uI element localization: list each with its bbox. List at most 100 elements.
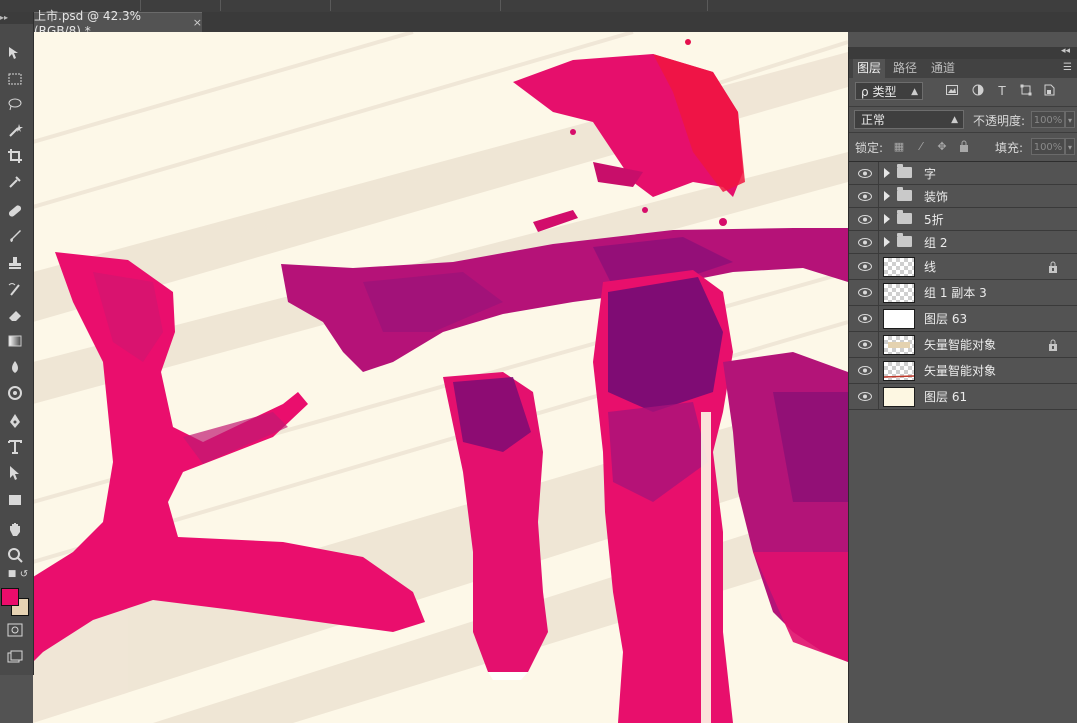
lock-all-icon[interactable] <box>957 140 971 154</box>
visibility-eye-icon[interactable] <box>857 254 873 279</box>
search-icon: ρ <box>861 85 869 99</box>
options-separator <box>330 0 331 11</box>
magic-wand-tool-icon[interactable] <box>3 119 27 141</box>
type-tool-icon[interactable] <box>3 436 27 458</box>
blend-mode-label: 正常 <box>861 113 886 127</box>
hand-tool-icon[interactable] <box>3 518 27 540</box>
panel-menu-icon[interactable]: ☰ <box>1063 62 1072 73</box>
brush-tool-icon[interactable] <box>3 225 27 247</box>
layer-divider <box>878 254 879 279</box>
adjustment-filter-icon[interactable] <box>971 84 985 98</box>
lock-image-icon[interactable]: ⁄ <box>914 140 928 154</box>
tab-channels[interactable]: 通道 <box>927 59 959 78</box>
foreground-color-swatch[interactable] <box>1 588 19 606</box>
layer-list: 字 装饰 5折 组 2 线 组 1 副本 3 图层 63 矢量智能对象 矢量智能… <box>849 161 1077 410</box>
layer-filter-row: ρ 类型 ▲ T <box>849 78 1077 106</box>
eraser-tool-icon[interactable] <box>3 304 27 326</box>
layer-thumbnail <box>883 257 915 277</box>
healing-brush-tool-icon[interactable] <box>3 200 27 222</box>
type-filter-icon[interactable]: T <box>995 84 1009 98</box>
zoom-tool-icon[interactable] <box>3 544 27 566</box>
rectangle-tool-icon[interactable] <box>3 489 27 511</box>
filter-kind-label: 类型 <box>872 85 897 99</box>
layer-row[interactable]: 线 <box>849 254 1077 280</box>
gradient-tool-icon[interactable] <box>3 330 27 352</box>
path-selection-tool-icon[interactable] <box>3 462 27 484</box>
move-tool-icon[interactable] <box>3 42 27 64</box>
layer-row[interactable]: 图层 61 <box>849 384 1077 410</box>
image-filter-icon[interactable] <box>945 84 959 98</box>
close-tab-icon[interactable]: × <box>193 16 202 29</box>
fill-input[interactable]: 100% <box>1031 138 1065 155</box>
folder-icon <box>897 187 912 201</box>
document-tab[interactable]: 上市.psd @ 42.3%(RGB/8) * × <box>30 9 202 38</box>
collapse-panels-icon[interactable]: ◂◂ <box>1061 46 1070 56</box>
visibility-eye-icon[interactable] <box>857 162 873 184</box>
expand-group-icon[interactable] <box>884 168 890 178</box>
layers-panel: ◂◂ 图层 路径 通道 ☰ ρ 类型 ▲ T 正常 ▲ 不透明度: 100% ▾ <box>848 46 1077 723</box>
dodge-tool-icon[interactable] <box>3 382 27 404</box>
pen-tool-icon[interactable] <box>3 410 27 432</box>
layer-row[interactable]: 组 2 <box>849 231 1077 254</box>
layer-name: 线 <box>924 260 937 274</box>
layer-row[interactable]: 5折 <box>849 208 1077 231</box>
layer-thumbnail <box>883 387 915 407</box>
visibility-eye-icon[interactable] <box>857 280 873 305</box>
shape-filter-icon[interactable] <box>1019 84 1033 98</box>
layer-divider <box>878 280 879 305</box>
select-arrows-icon: ▲ <box>951 115 958 125</box>
smart-object-filter-icon[interactable] <box>1042 84 1056 98</box>
layer-row[interactable]: 字 <box>849 162 1077 185</box>
blur-tool-icon[interactable] <box>3 356 27 378</box>
quick-mask-icon[interactable] <box>3 619 27 641</box>
layer-thumbnail <box>883 361 915 381</box>
layer-divider <box>878 185 879 207</box>
crop-tool-icon[interactable] <box>3 145 27 167</box>
layer-divider <box>878 306 879 331</box>
visibility-eye-icon[interactable] <box>857 185 873 207</box>
expand-group-icon[interactable] <box>884 191 890 201</box>
layer-divider <box>878 208 879 230</box>
history-brush-tool-icon[interactable] <box>3 278 27 300</box>
blend-mode-select[interactable]: 正常 ▲ <box>854 110 964 129</box>
layer-divider <box>878 384 879 409</box>
layer-row[interactable]: 矢量智能对象 <box>849 358 1077 384</box>
visibility-eye-icon[interactable] <box>857 332 873 357</box>
lock-transparent-icon[interactable]: ▦ <box>892 140 906 154</box>
layer-name: 组 1 副本 3 <box>924 286 987 300</box>
expand-group-icon[interactable] <box>884 214 890 224</box>
opacity-dropdown-icon[interactable]: ▾ <box>1065 111 1075 128</box>
lock-position-icon[interactable]: ✥ <box>935 140 949 154</box>
fill-dropdown-icon[interactable]: ▾ <box>1065 138 1075 155</box>
visibility-eye-icon[interactable] <box>857 306 873 331</box>
opacity-input[interactable]: 100% <box>1031 111 1065 128</box>
panel-grip[interactable]: ◂◂ <box>849 46 1077 59</box>
tools-panel-grip[interactable]: ▸▸ <box>0 12 33 24</box>
eyedropper-tool-icon[interactable] <box>3 171 27 193</box>
filter-kind-select[interactable]: ρ 类型 ▲ <box>855 82 923 100</box>
layer-row[interactable]: 组 1 副本 3 <box>849 280 1077 306</box>
tab-layers[interactable]: 图层 <box>853 59 886 78</box>
lasso-tool-icon[interactable] <box>3 93 27 115</box>
layer-row[interactable]: 矢量智能对象 <box>849 332 1077 358</box>
screen-mode-icon[interactable] <box>3 646 27 668</box>
layer-thumbnail <box>883 309 915 329</box>
opacity-label: 不透明度: <box>973 114 1026 128</box>
layer-name: 矢量智能对象 <box>924 364 997 378</box>
layer-divider <box>878 358 879 383</box>
marquee-tool-icon[interactable] <box>3 68 27 90</box>
tab-paths[interactable]: 路径 <box>889 59 921 78</box>
visibility-eye-icon[interactable] <box>857 231 873 253</box>
visibility-eye-icon[interactable] <box>857 358 873 383</box>
options-separator <box>500 0 501 11</box>
visibility-eye-icon[interactable] <box>857 208 873 230</box>
visibility-eye-icon[interactable] <box>857 384 873 409</box>
layer-divider <box>878 332 879 357</box>
expand-group-icon[interactable] <box>884 237 890 247</box>
layer-row[interactable]: 图层 63 <box>849 306 1077 332</box>
layer-name: 图层 63 <box>924 312 968 326</box>
document-canvas[interactable] <box>33 32 848 723</box>
swap-colors-icon[interactable]: ↺ <box>12 567 36 581</box>
clone-stamp-tool-icon[interactable] <box>3 252 27 274</box>
layer-row[interactable]: 装饰 <box>849 185 1077 208</box>
